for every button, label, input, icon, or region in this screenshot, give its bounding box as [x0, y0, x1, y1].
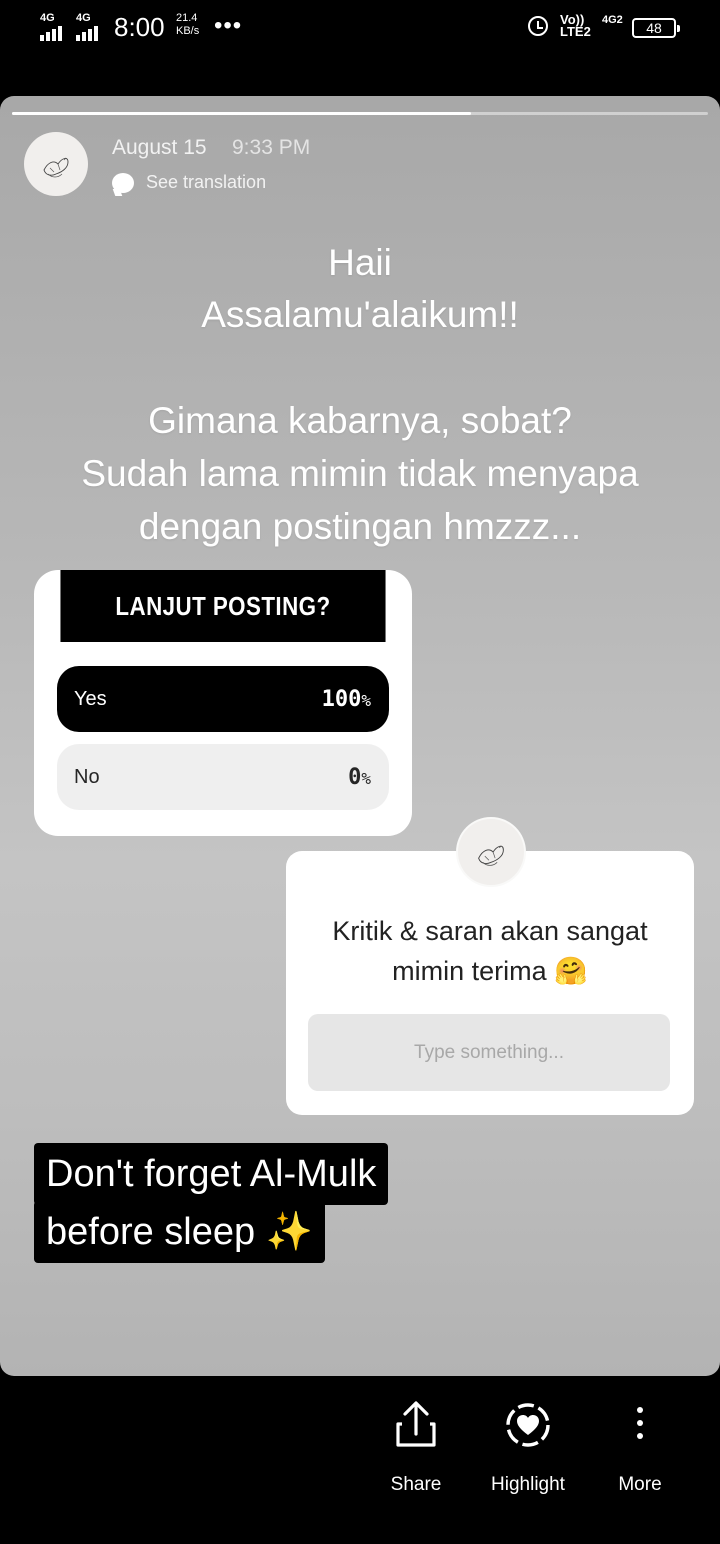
share-icon [396, 1401, 436, 1447]
story-progress-fill [12, 112, 472, 115]
share-label: Share [390, 1474, 442, 1495]
question-response-input[interactable]: Type something... [308, 1014, 670, 1091]
text-sticker-line: before sleep ✨ [34, 1201, 326, 1263]
percent-value: 0 [348, 764, 362, 790]
highlight-button[interactable]: Highlight [473, 1398, 583, 1495]
signal-icon-2: 4G [76, 12, 98, 41]
caption-line: Assalamu'alaikum!! [201, 294, 519, 335]
poll-question: LANJUT POSTING? [60, 570, 386, 642]
caption-line: Sudah lama mimin tidak menyapa [81, 453, 639, 494]
clock: 8:00 [114, 12, 165, 42]
poll-option-yes[interactable]: Yes 100% [57, 666, 389, 732]
percent-value: 100 [321, 686, 362, 712]
see-translation-link[interactable]: See translation [112, 172, 266, 193]
avatar[interactable] [24, 132, 88, 196]
percent-unit: % [361, 690, 371, 710]
text-sticker-line: Don't forget Al-Mulk [34, 1143, 389, 1205]
network-type-2: 4G [76, 12, 91, 24]
more-button[interactable]: More [585, 1398, 695, 1495]
network-type-3: 4G2 [602, 14, 623, 26]
more-vertical-icon [637, 1407, 643, 1439]
speed-value: 21.4 [176, 12, 198, 24]
poll-option-percent: 0% [348, 765, 371, 790]
speed-unit: KB/s [176, 25, 200, 37]
poll-option-label: Yes [74, 687, 107, 710]
sketch-avatar-icon [478, 845, 504, 866]
story-progress-bar [12, 112, 708, 115]
poll-sticker: LANJUT POSTING? Yes 100% No 0% [34, 570, 412, 836]
question-prompt: Kritik & saran akan sangat mimin terima … [286, 911, 694, 991]
status-bar: 4G 4G 8:00 21.4 KB/s ••• Vo)) LTE2 4G2 4… [0, 0, 720, 60]
network-speed: 21.4 KB/s [176, 12, 199, 38]
share-button[interactable]: Share [361, 1398, 471, 1495]
question-line: Kritik & saran akan sangat [332, 916, 648, 946]
question-line: mimin terima 🤗 [392, 956, 588, 986]
signal-icon: 4G [40, 12, 62, 41]
battery-icon: 48 [632, 18, 680, 38]
highlight-heart-icon [506, 1403, 550, 1447]
poll-option-no[interactable]: No 0% [57, 744, 389, 810]
volte-indicator: Vo)) LTE2 [560, 13, 591, 39]
alarm-icon [528, 16, 548, 36]
translate-bubble-icon [112, 172, 134, 193]
caption-line: dengan postingan hmzzz... [138, 506, 582, 547]
more-notifications-icon: ••• [214, 12, 243, 39]
caption-line: Gimana kabarnya, sobat? [148, 400, 572, 441]
network-type: 4G [40, 12, 55, 24]
percent-unit: % [361, 768, 371, 788]
caption-line: Haii [328, 242, 392, 283]
poll-option-label: No [74, 765, 100, 788]
highlight-label: Highlight [491, 1474, 565, 1495]
see-translation-label: See translation [146, 172, 267, 192]
story-date: August 15 [112, 136, 207, 159]
poll-option-percent: 100% [322, 687, 371, 712]
question-avatar [456, 817, 526, 887]
volte-bottom: LTE2 [560, 24, 591, 39]
more-label: More [618, 1474, 662, 1495]
story-time: 9:33 PM [232, 136, 311, 159]
story-view[interactable]: August 15 9:33 PM See translation Haii A… [0, 96, 720, 1376]
question-sticker: Kritik & saran akan sangat mimin terima … [286, 817, 694, 1115]
sketch-avatar-icon [43, 157, 69, 178]
